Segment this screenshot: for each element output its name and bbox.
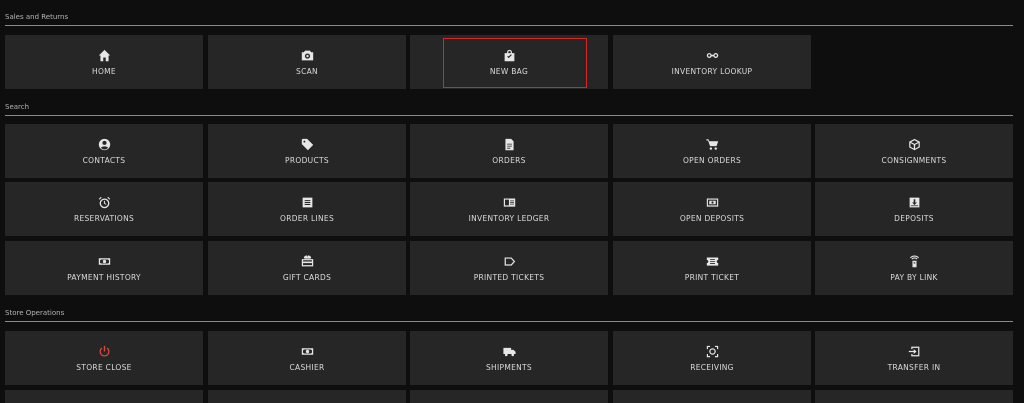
label-tag-icon — [502, 255, 516, 269]
contacts-button[interactable]: CONTACTS — [5, 124, 203, 178]
tile-partial-4[interactable] — [613, 390, 811, 403]
open-deposits-button[interactable]: OPEN DEPOSITS — [613, 182, 811, 236]
deposits-label: DEPOSITS — [894, 213, 934, 223]
inventory-lookup-label: INVENTORY LOOKUP — [671, 66, 753, 76]
scan-button[interactable]: SCAN — [208, 35, 406, 89]
products-label: PRODUCTS — [285, 155, 329, 165]
consignments-label: CONSIGNMENTS — [881, 155, 947, 165]
ledger-icon — [502, 196, 516, 210]
order-lines-button[interactable]: ORDER LINES — [208, 182, 406, 236]
transfer-in-label: TRANSFER IN — [887, 362, 941, 372]
pay-by-link-label: PAY BY LINK — [890, 272, 938, 282]
transfer-in-button[interactable]: TRANSFER IN — [815, 331, 1013, 385]
cashier-label: CASHIER — [289, 362, 325, 372]
banknote-icon — [97, 255, 111, 269]
tag-icon — [300, 138, 314, 152]
sign-in-icon — [907, 345, 921, 359]
print-ticket-button[interactable]: PRINT TICKET — [613, 241, 811, 295]
open-orders-button[interactable]: OPEN ORDERS — [613, 124, 811, 178]
tile-partial-2[interactable] — [208, 390, 406, 403]
deposits-button[interactable]: DEPOSITS — [815, 182, 1013, 236]
cash-register-icon — [705, 196, 719, 210]
scan-label: SCAN — [296, 66, 318, 76]
ticket-icon — [705, 255, 719, 269]
receiving-label: RECEIVING — [690, 362, 734, 372]
truck-icon — [502, 345, 516, 359]
camera-icon — [300, 49, 314, 63]
glasses-icon — [705, 49, 719, 63]
pay-by-link-button[interactable]: PAY BY LINK — [815, 241, 1013, 295]
print-ticket-label: PRINT TICKET — [684, 272, 740, 282]
printed-tickets-button[interactable]: PRINTED TICKETS — [410, 241, 608, 295]
gift-icon — [300, 255, 314, 269]
printed-tickets-label: PRINTED TICKETS — [473, 272, 545, 282]
products-button[interactable]: PRODUCTS — [208, 124, 406, 178]
orders-label: ORDERS — [492, 155, 526, 165]
reservations-label: RESERVATIONS — [73, 213, 135, 223]
gift-cards-label: GIFT CARDS — [282, 272, 332, 282]
inventory-ledger-button[interactable]: INVENTORY LEDGER — [410, 182, 608, 236]
scan-target-icon — [705, 345, 719, 359]
tile-partial-1[interactable] — [5, 390, 203, 403]
wireless-phone-icon — [907, 255, 921, 269]
alarm-clock-icon — [97, 196, 111, 210]
tile-partial-3[interactable] — [410, 390, 608, 403]
inventory-ledger-label: INVENTORY LEDGER — [468, 213, 550, 223]
store-close-button[interactable]: STORE CLOSE — [5, 331, 203, 385]
home-icon — [97, 49, 111, 63]
box-icon — [907, 138, 921, 152]
reservations-button[interactable]: RESERVATIONS — [5, 182, 203, 236]
shipments-label: SHIPMENTS — [486, 362, 532, 372]
order-lines-label: ORDER LINES — [279, 213, 335, 223]
inventory-lookup-button[interactable]: INVENTORY LOOKUP — [613, 35, 811, 89]
list-box-icon — [300, 196, 314, 210]
store-close-label: STORE CLOSE — [76, 362, 132, 372]
section-header-sales: Sales and Returns — [5, 13, 1013, 26]
contacts-label: CONTACTS — [82, 155, 126, 165]
receiving-button[interactable]: RECEIVING — [613, 331, 811, 385]
cart-icon — [705, 138, 719, 152]
user-circle-icon — [97, 138, 111, 152]
power-icon — [97, 345, 111, 359]
open-orders-label: OPEN ORDERS — [682, 155, 742, 165]
banknote-icon — [300, 345, 314, 359]
home-label: HOME — [92, 66, 116, 76]
document-icon — [502, 138, 516, 152]
cashier-button[interactable]: CASHIER — [208, 331, 406, 385]
open-deposits-label: OPEN DEPOSITS — [679, 213, 745, 223]
gift-cards-button[interactable]: GIFT CARDS — [208, 241, 406, 295]
tray-download-icon — [907, 196, 921, 210]
consignments-button[interactable]: CONSIGNMENTS — [815, 124, 1013, 178]
home-button[interactable]: HOME — [5, 35, 203, 89]
tile-partial-5[interactable] — [815, 390, 1013, 403]
payment-history-button[interactable]: PAYMENT HISTORY — [5, 241, 203, 295]
section-header-store-ops: Store Operations — [5, 309, 1013, 322]
payment-history-label: PAYMENT HISTORY — [67, 272, 141, 282]
shipments-button[interactable]: SHIPMENTS — [410, 331, 608, 385]
new-bag-focus-ring — [443, 38, 587, 88]
section-header-search: Search — [5, 103, 1013, 116]
orders-button[interactable]: ORDERS — [410, 124, 608, 178]
